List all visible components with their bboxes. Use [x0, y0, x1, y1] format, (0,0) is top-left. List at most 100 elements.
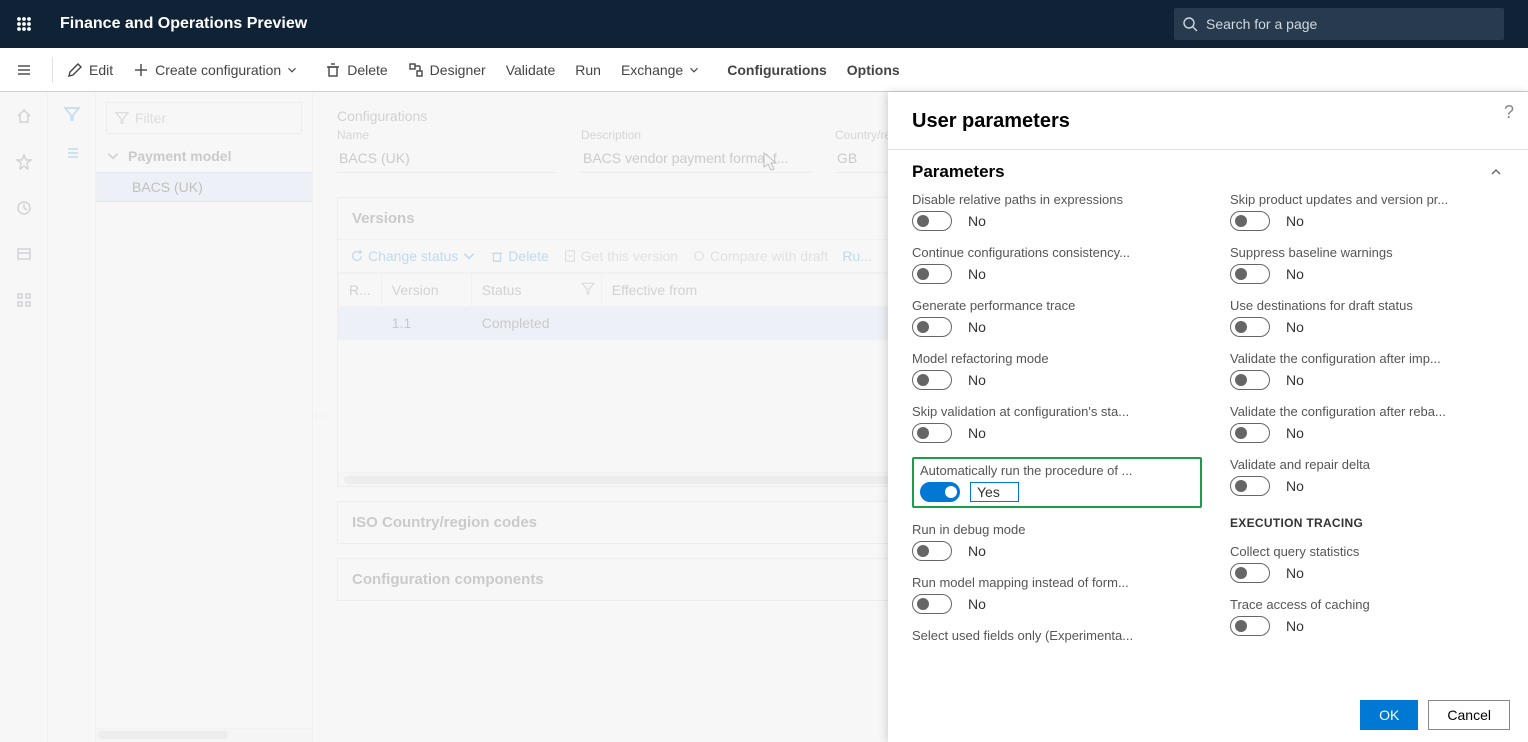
- toggle[interactable]: [912, 423, 952, 443]
- description-value[interactable]: BACS vendor payment format f...: [581, 144, 811, 173]
- toggle[interactable]: [1230, 476, 1270, 496]
- param-label: Generate performance trace: [912, 298, 1202, 313]
- rail-favorites[interactable]: [12, 150, 36, 174]
- flyout-section-header[interactable]: Parameters: [888, 149, 1528, 186]
- toggle[interactable]: [912, 541, 952, 561]
- plus-icon: [133, 62, 149, 78]
- param-continue-configurations-consistency: Continue configurations consistency...No: [912, 245, 1202, 284]
- toggle-value: No: [962, 317, 992, 337]
- top-navbar: Finance and Operations Preview Search fo…: [0, 0, 1528, 48]
- global-search[interactable]: Search for a page: [1174, 8, 1504, 40]
- splitter-handle[interactable]: ⋮: [313, 410, 327, 424]
- param-validate-and-repair-delta: Validate and repair delta No: [1230, 457, 1520, 496]
- pencil-icon: [67, 62, 83, 78]
- toggle-value: No: [1280, 317, 1310, 337]
- param-label: Suppress baseline warnings: [1230, 245, 1520, 260]
- tree-filter-input[interactable]: Filter: [106, 102, 302, 134]
- col-r[interactable]: R...: [339, 274, 382, 307]
- exchange-button[interactable]: Exchange: [611, 48, 717, 92]
- help-button[interactable]: ?: [1504, 102, 1514, 123]
- param-label: Validate and repair delta: [1230, 457, 1520, 472]
- trash-icon: [490, 249, 504, 263]
- tree-horizontal-scrollbar[interactable]: [96, 728, 312, 742]
- toggle[interactable]: [912, 264, 952, 284]
- list-icon: [64, 145, 80, 161]
- chevron-down-icon: [687, 63, 701, 77]
- toggle[interactable]: [912, 211, 952, 231]
- funnel-icon: [64, 106, 80, 122]
- versions-run-button[interactable]: Ru...: [842, 248, 872, 264]
- collapse-icon: [106, 149, 120, 163]
- toggle[interactable]: [1230, 616, 1270, 636]
- toggle[interactable]: [1230, 423, 1270, 443]
- trash-icon: [325, 62, 341, 78]
- ok-button[interactable]: OK: [1360, 700, 1418, 730]
- tree-node-payment-model[interactable]: Payment model: [96, 140, 312, 172]
- name-value[interactable]: BACS (UK): [337, 144, 557, 173]
- rail-recent[interactable]: [12, 196, 36, 220]
- configurations-tab[interactable]: Configurations: [717, 48, 837, 92]
- rail-modules[interactable]: [12, 288, 36, 312]
- app-title: Finance and Operations Preview: [48, 15, 307, 33]
- command-bar: Edit Create configuration Delete Designe…: [0, 48, 1528, 92]
- toggle-value: No: [962, 370, 992, 390]
- cancel-button[interactable]: Cancel: [1428, 700, 1510, 730]
- toggle[interactable]: [912, 594, 952, 614]
- validate-button[interactable]: Validate: [496, 48, 566, 92]
- param-validate-the-configuration-after-reba: Validate the configuration after reba...…: [1230, 404, 1520, 443]
- param-disable-relative-paths-in-expressions: Disable relative paths in expressionsNo: [912, 192, 1202, 231]
- create-configuration-button[interactable]: Create configuration: [123, 48, 315, 92]
- rail-home[interactable]: [12, 104, 36, 128]
- chevron-down-icon: [462, 249, 476, 263]
- compare-draft-button[interactable]: Compare with draft: [692, 248, 828, 264]
- change-status-button[interactable]: Change status: [350, 248, 476, 264]
- toggle-value: No: [962, 211, 992, 231]
- toggle[interactable]: [920, 482, 960, 502]
- toggle[interactable]: [1230, 211, 1270, 231]
- param-label: Run in debug mode: [912, 522, 1202, 537]
- toggle[interactable]: [1230, 317, 1270, 337]
- toggle[interactable]: [1230, 264, 1270, 284]
- left-rail: [0, 92, 48, 742]
- toggle-value: No: [962, 594, 992, 614]
- chevron-down-icon: [285, 63, 299, 77]
- param-model-refactoring-mode: Model refactoring mode No: [912, 351, 1202, 390]
- execution-tracing-header: EXECUTION TRACING: [1230, 516, 1520, 530]
- field-name: Name BACS (UK): [337, 128, 557, 173]
- edit-button[interactable]: Edit: [57, 48, 123, 92]
- param-label: Model refactoring mode: [912, 351, 1202, 366]
- designer-icon: [408, 62, 424, 78]
- search-icon: [1182, 16, 1198, 32]
- nav-toggle[interactable]: [0, 62, 48, 78]
- options-tab[interactable]: Options: [837, 48, 910, 92]
- param-label: Collect query statistics: [1230, 544, 1520, 559]
- tree-node-bacs-uk[interactable]: BACS (UK): [96, 172, 312, 202]
- toggle[interactable]: [912, 370, 952, 390]
- param-label: Skip product updates and version pr...: [1230, 192, 1520, 207]
- toggle-value: No: [1280, 264, 1310, 284]
- col-status[interactable]: Status: [471, 274, 601, 307]
- toggle[interactable]: [1230, 563, 1270, 583]
- param-label: Validate the configuration after imp...: [1230, 351, 1520, 366]
- waffle-icon: [16, 16, 32, 32]
- tree-panel: Filter Payment model BACS (UK): [48, 92, 313, 742]
- param-collect-query-statistics: Collect query statisticsNo: [1230, 544, 1520, 583]
- run-button[interactable]: Run: [565, 48, 611, 92]
- param-label: Trace access of caching: [1230, 597, 1520, 612]
- hamburger-icon: [16, 62, 32, 78]
- param-label: Use destinations for draft status: [1230, 298, 1520, 313]
- col-version[interactable]: Version: [381, 274, 471, 307]
- tree-filter-toggle[interactable]: [64, 106, 80, 127]
- app-launcher[interactable]: [0, 0, 48, 48]
- designer-button[interactable]: Designer: [398, 48, 496, 92]
- get-version-button[interactable]: Get this version: [563, 248, 678, 264]
- rail-workspaces[interactable]: [12, 242, 36, 266]
- param-label: Run model mapping instead of form...: [912, 575, 1202, 590]
- toggle[interactable]: [912, 317, 952, 337]
- modules-icon: [16, 292, 32, 308]
- toggle[interactable]: [1230, 370, 1270, 390]
- tree-list-toggle[interactable]: [64, 145, 80, 166]
- toggle-value: No: [1280, 476, 1310, 496]
- versions-delete-button[interactable]: Delete: [490, 248, 548, 264]
- delete-button[interactable]: Delete: [315, 48, 397, 92]
